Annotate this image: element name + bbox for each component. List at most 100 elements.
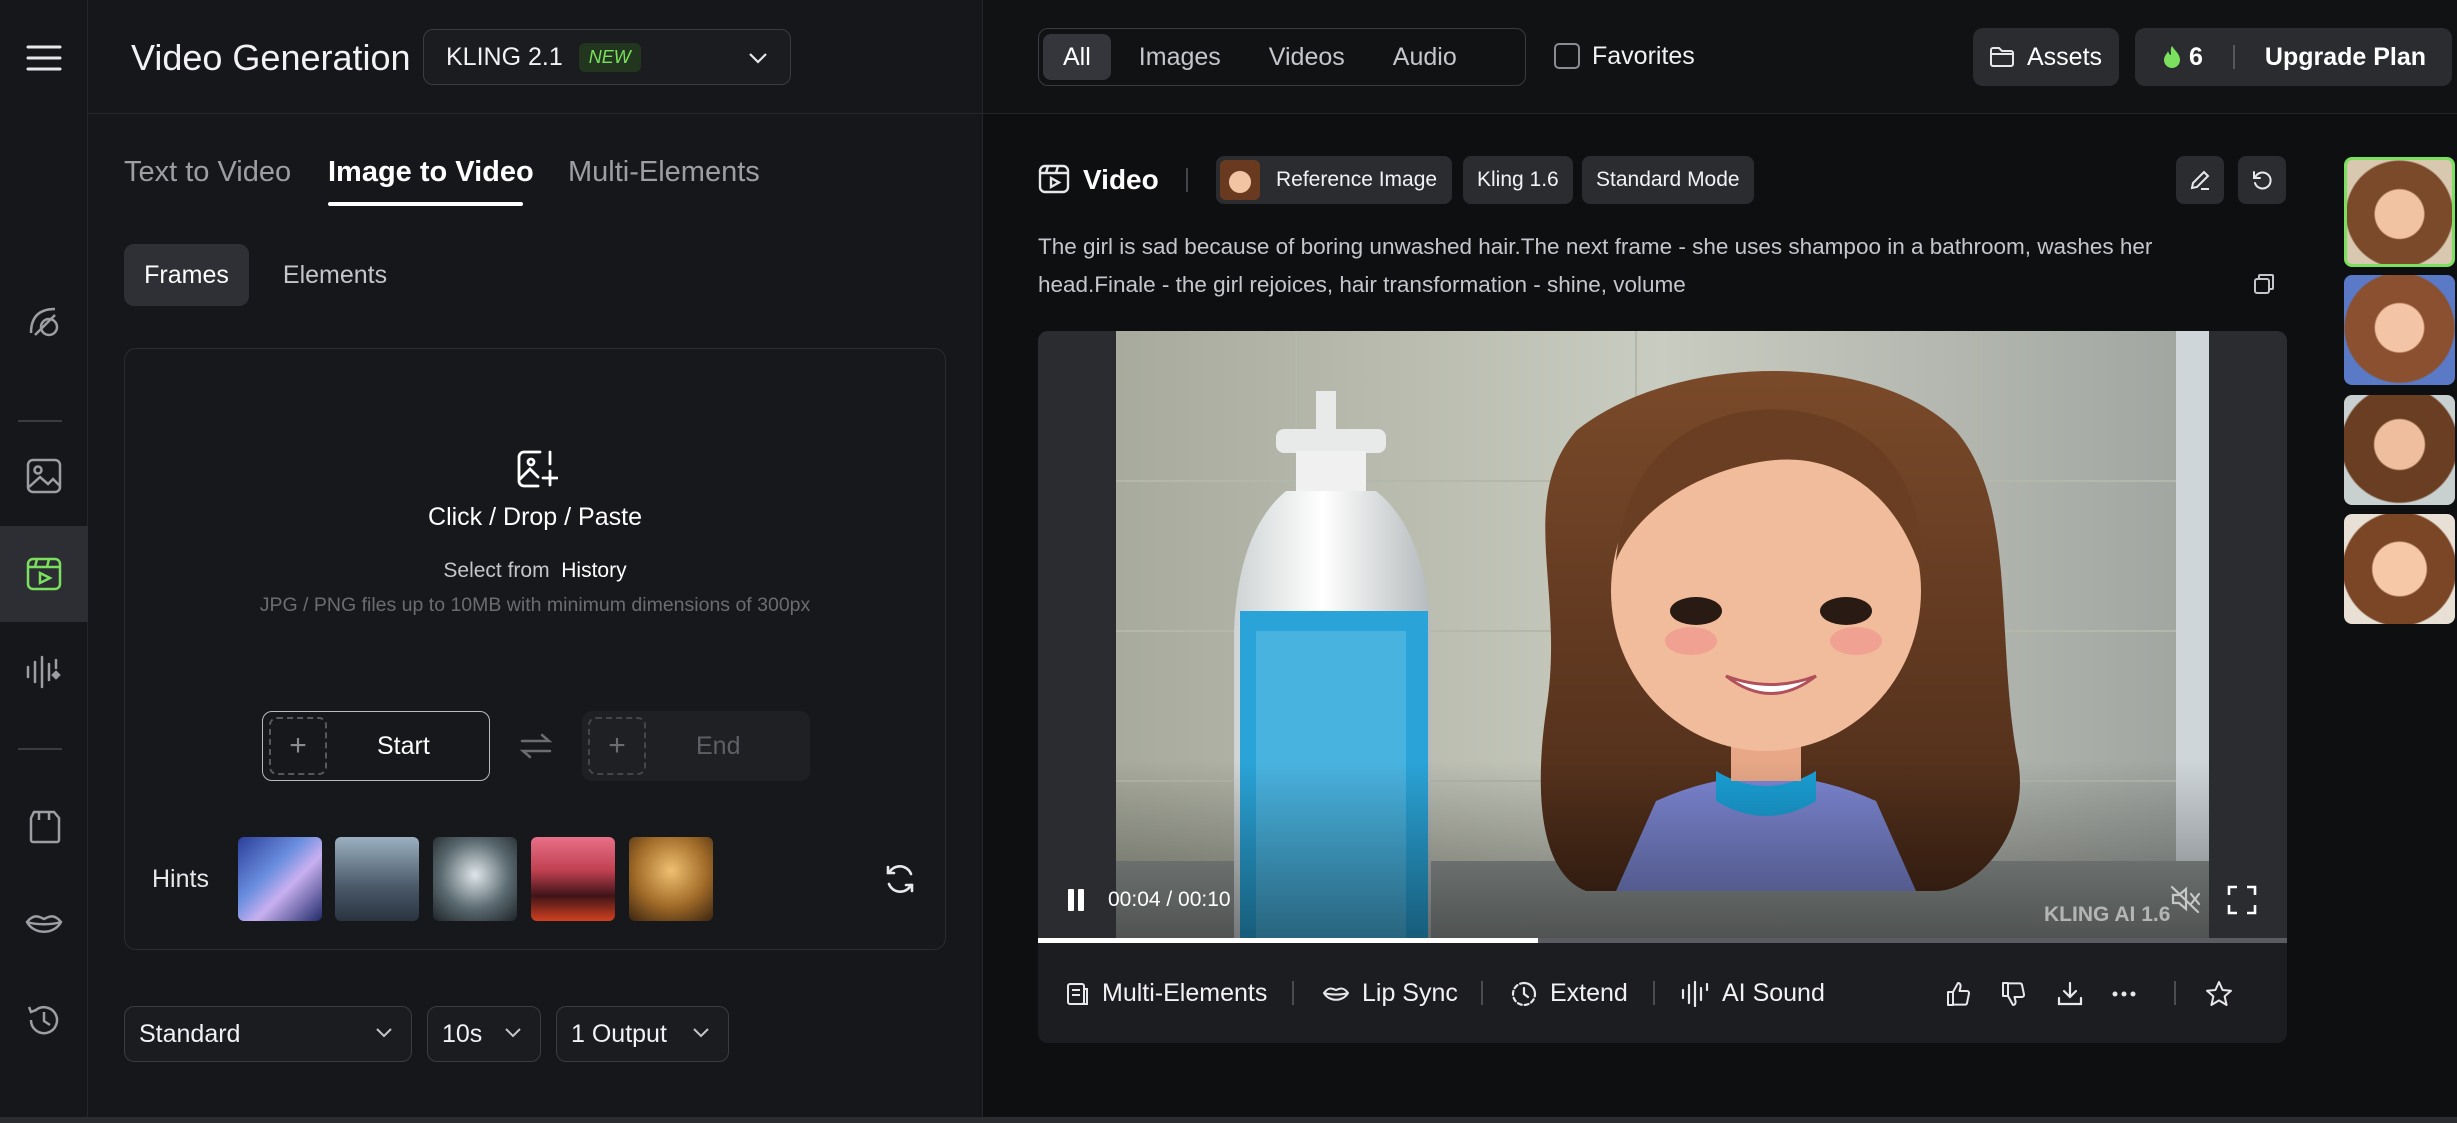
result-thumbnail[interactable]: [2344, 157, 2455, 267]
favorites-label: Favorites: [1592, 42, 1695, 70]
model-select[interactable]: KLING 2.1 NEW: [423, 29, 791, 85]
reference-image-chip[interactable]: Reference Image: [1216, 156, 1452, 204]
extend-icon: [1511, 981, 1537, 1006]
upload-requirements: JPG / PNG files up to 10MB with minimum …: [259, 594, 811, 616]
ai-sound-action[interactable]: AI Sound: [1680, 979, 1825, 1008]
plus-icon: +: [269, 717, 327, 775]
plus-icon: +: [588, 717, 646, 775]
video-player[interactable]: 00:04 / 00:10 KLING AI 1.6: [1038, 331, 2287, 943]
filter-audio[interactable]: Audio: [1373, 34, 1477, 80]
flame-icon: [2164, 46, 2180, 68]
pause-icon[interactable]: [1066, 888, 1086, 912]
regenerate-button[interactable]: [2238, 156, 2286, 204]
end-frame-button[interactable]: + End: [582, 711, 810, 781]
upload-dropzone[interactable]: Click / Drop / Paste Select from History…: [124, 348, 946, 950]
upgrade-plan-button[interactable]: 6 Upgrade Plan: [2135, 28, 2452, 86]
chip-label: Reference Image: [1276, 168, 1438, 191]
result-type-label: Video: [1083, 164, 1159, 195]
letterbox: [1038, 331, 1116, 943]
subtab-elements[interactable]: Elements: [270, 244, 400, 306]
divider: [1292, 981, 1294, 1005]
download-icon[interactable]: [2056, 980, 2084, 1008]
select-from-label: Select from: [443, 559, 550, 582]
assets-button[interactable]: Assets: [1973, 28, 2119, 86]
lips-icon[interactable]: [0, 876, 88, 972]
lip-sync-label: Lip Sync: [1362, 979, 1458, 1007]
hint-thumbnail[interactable]: [433, 837, 517, 921]
more-icon[interactable]: [2112, 990, 2136, 998]
divider: [1186, 168, 1188, 192]
new-badge: NEW: [578, 42, 641, 72]
multi-elements-action[interactable]: Multi-Elements: [1066, 979, 1267, 1008]
upload-image-icon: [517, 450, 558, 488]
left-rail: [0, 0, 88, 1123]
page-title: Video Generation: [131, 37, 411, 78]
outputs-value: 1 Output: [571, 1019, 667, 1048]
undo-icon: [2253, 171, 2272, 190]
filter-videos[interactable]: Videos: [1249, 34, 1365, 80]
model-name: KLING 2.1: [446, 42, 563, 71]
hint-thumbnail[interactable]: [629, 837, 713, 921]
outputs-select[interactable]: 1 Output: [556, 1006, 729, 1062]
start-frame-button[interactable]: + Start: [262, 711, 490, 781]
favorites-checkbox[interactable]: [1554, 43, 1580, 69]
quality-value: Standard: [139, 1019, 241, 1048]
refresh-icon[interactable]: [883, 862, 917, 896]
start-label: Start: [377, 731, 430, 760]
credits-count: 6: [2189, 42, 2203, 71]
horizontal-scrollbar[interactable]: [0, 1117, 2457, 1123]
prompt-text: The girl is sad because of boring unwash…: [1038, 234, 2153, 297]
kling-watermark: KLING AI 1.6: [2044, 903, 2171, 926]
tab-image-to-video[interactable]: Image to Video: [328, 156, 534, 189]
star-icon[interactable]: [2204, 979, 2234, 1009]
history-link[interactable]: History: [561, 559, 626, 582]
effects-icon[interactable]: [0, 274, 88, 370]
hint-thumbnail[interactable]: [238, 837, 322, 921]
divider: [1481, 981, 1483, 1005]
video-actions-bar: Multi-Elements Lip Sync Extend AI Sound: [1038, 943, 2287, 1043]
history-icon[interactable]: [0, 972, 88, 1068]
swap-icon[interactable]: [519, 733, 553, 759]
result-thumbnail[interactable]: [2344, 275, 2455, 385]
edit-button[interactable]: [2176, 156, 2224, 204]
copy-icon[interactable]: [2252, 272, 2276, 296]
extend-action[interactable]: Extend: [1510, 979, 1628, 1008]
video-frame: [1116, 331, 2209, 943]
lips-icon: [1322, 987, 1350, 1001]
video-gen-icon[interactable]: [0, 526, 88, 622]
subtab-frames[interactable]: Frames: [124, 244, 249, 306]
mute-icon[interactable]: [2169, 884, 2201, 914]
duration-select[interactable]: 10s: [427, 1006, 541, 1062]
image-gen-icon[interactable]: [0, 428, 88, 524]
duration-value: 10s: [442, 1019, 483, 1048]
virtual-tryon-icon[interactable]: [0, 778, 88, 874]
fullscreen-icon[interactable]: [2227, 885, 2257, 915]
active-tab-indicator: [328, 202, 523, 206]
audio-icon[interactable]: [0, 624, 88, 720]
quality-select[interactable]: Standard: [124, 1006, 412, 1062]
menu-icon[interactable]: [0, 10, 88, 106]
chevron-down-icon: [376, 1028, 392, 1038]
filter-images[interactable]: Images: [1119, 34, 1241, 80]
extend-label: Extend: [1550, 979, 1628, 1007]
upgrade-label: Upgrade Plan: [2264, 42, 2427, 71]
chevron-down-icon: [749, 53, 767, 64]
multi-elements-icon: [1067, 982, 1088, 1005]
end-label: End: [696, 731, 741, 760]
lip-sync-action[interactable]: Lip Sync: [1322, 979, 1458, 1008]
hints-label: Hints: [152, 865, 209, 893]
multi-elements-label: Multi-Elements: [1102, 979, 1268, 1007]
pencil-icon: [2190, 170, 2210, 190]
thumbs-up-icon[interactable]: [1945, 980, 1973, 1008]
folder-icon: [1990, 47, 2014, 67]
result-thumbnail[interactable]: [2344, 395, 2455, 505]
divider: [2174, 981, 2176, 1005]
filter-all[interactable]: All: [1043, 34, 1111, 80]
thumbs-down-icon[interactable]: [2000, 980, 2028, 1008]
tab-multi-elements[interactable]: Multi-Elements: [568, 156, 760, 189]
video-time: 00:04 / 00:10: [1108, 888, 1231, 911]
hint-thumbnail[interactable]: [531, 837, 615, 921]
hint-thumbnail[interactable]: [335, 837, 419, 921]
tab-text-to-video[interactable]: Text to Video: [124, 156, 291, 189]
result-thumbnail[interactable]: [2344, 514, 2455, 624]
